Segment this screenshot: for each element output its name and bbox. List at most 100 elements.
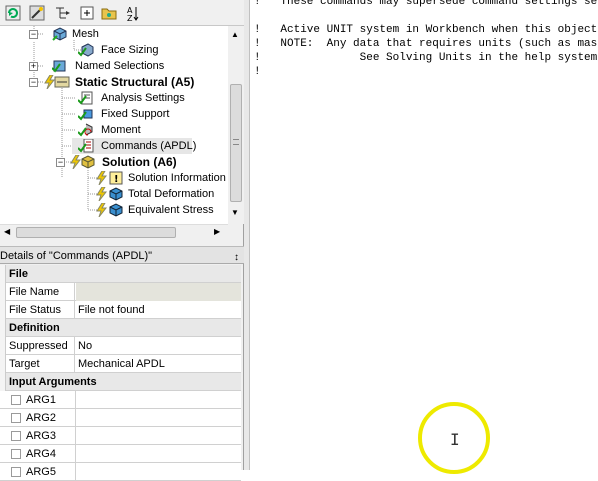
collapse-gutter[interactable]	[0, 373, 6, 391]
scroll-left-icon[interactable]: ◀	[4, 227, 10, 236]
expand-all-icon[interactable]	[78, 4, 96, 22]
tree-item-moment[interactable]: Moment	[0, 122, 228, 138]
collapse-icon[interactable]: −	[29, 30, 38, 39]
editor-line: ! NOTE: Any data that requires units (su…	[254, 38, 598, 50]
arg-checkbox[interactable]	[11, 449, 21, 459]
details-grid: File File Name File Status File not foun…	[0, 265, 241, 481]
wizard-icon[interactable]	[28, 4, 46, 22]
arg-label: ARG4	[26, 448, 56, 460]
tree-item-analysis-settings[interactable]: Analysis Settings	[0, 90, 228, 106]
tree-vertical-scrollbar[interactable]: ▲ ▼	[228, 26, 244, 224]
tree-item-label: Moment	[101, 124, 141, 136]
row-label: File Status	[9, 301, 75, 319]
sort-az-icon[interactable]: AZ	[124, 4, 142, 22]
tree-item-static-structural[interactable]: − Static Structural (A5)	[0, 74, 228, 90]
arg-label: ARG5	[26, 466, 56, 478]
tree-item-commands-apdl[interactable]: Commands (APDL)	[72, 138, 196, 154]
arg-label: ARG3	[26, 430, 56, 442]
suppressed-value[interactable]: No	[78, 337, 92, 355]
tree-filter-icon[interactable]	[54, 4, 72, 22]
row-arg2[interactable]: ARG2	[0, 409, 241, 427]
scroll-thumb[interactable]	[230, 84, 242, 202]
tree-item-equivalent-stress[interactable]: Equivalent Stress	[0, 202, 228, 218]
analysis-settings-icon	[78, 91, 93, 105]
scroll-right-icon[interactable]: ▶	[214, 227, 220, 236]
named-selections-icon	[52, 60, 66, 73]
svg-text:!: !	[114, 174, 119, 185]
tree-item-label: Solution Information	[128, 172, 226, 184]
moment-icon	[78, 123, 93, 137]
refresh-icon[interactable]	[4, 4, 22, 22]
text-cursor-icon: I	[450, 430, 460, 449]
row-label: File Name	[9, 283, 75, 301]
hscroll-thumb[interactable]	[16, 227, 176, 238]
arg-checkbox[interactable]	[11, 395, 21, 405]
tree-item-face-sizing[interactable]: Face Sizing	[0, 42, 228, 58]
left-panel: AZ − Mesh Face Sizing + Named Selections…	[0, 0, 244, 481]
row-target[interactable]: Target Mechanical APDL	[0, 355, 241, 373]
arg-checkbox[interactable]	[11, 467, 21, 477]
tree-item-fixed-support[interactable]: Fixed Support	[0, 106, 228, 122]
row-suppressed[interactable]: Suppressed No	[0, 337, 241, 355]
face-sizing-icon	[78, 43, 94, 57]
arg-checkbox[interactable]	[11, 431, 21, 441]
scroll-down-icon[interactable]: ▼	[231, 208, 239, 217]
svg-text:Z: Z	[127, 14, 133, 22]
section-input-arguments[interactable]: Input Arguments	[0, 373, 241, 391]
scroll-up-icon[interactable]: ▲	[231, 30, 239, 39]
pane-splitter[interactable]	[244, 0, 250, 470]
collapse-icon[interactable]: −	[29, 78, 38, 87]
tree-item-label: Total Deformation	[128, 188, 215, 200]
tree-item-label: Commands (APDL)	[101, 140, 197, 152]
collapse-gutter[interactable]	[0, 265, 6, 283]
section-file[interactable]: File	[0, 265, 241, 283]
commands-apdl-icon	[78, 139, 94, 153]
row-arg3[interactable]: ARG3	[0, 427, 241, 445]
arg-label: ARG1	[26, 394, 56, 406]
solution-info-icon: !	[109, 171, 123, 185]
static-structural-icon	[54, 76, 70, 88]
tree-item-label: Static Structural (A5)	[75, 75, 195, 89]
row-arg5[interactable]: ARG5	[0, 463, 241, 481]
total-deformation-icon	[109, 187, 123, 201]
row-file-status[interactable]: File Status File not found	[0, 301, 241, 319]
editor-line: ! These commands may supersede command s…	[254, 0, 598, 8]
row-label: Suppressed	[9, 337, 75, 355]
tree-item-total-deformation[interactable]: Total Deformation	[0, 186, 228, 202]
tree-item-label: Mesh	[72, 28, 99, 40]
equivalent-stress-icon	[109, 203, 123, 217]
mesh-icon	[52, 27, 67, 41]
arg-checkbox[interactable]	[11, 413, 21, 423]
section-definition[interactable]: Definition	[0, 319, 241, 337]
tree-item-label: Named Selections	[75, 60, 165, 72]
expand-icon[interactable]: +	[29, 62, 38, 71]
tree-item-label: Analysis Settings	[101, 92, 185, 104]
row-label: Target	[9, 355, 75, 373]
target-value[interactable]: Mechanical APDL	[78, 355, 165, 373]
tree-item-label: Face Sizing	[101, 44, 159, 56]
row-file-name[interactable]: File Name	[0, 283, 241, 301]
tree-item-label: Equivalent Stress	[128, 204, 214, 216]
outline-tree: − Mesh Face Sizing + Named Selections − …	[0, 26, 228, 224]
fixed-support-icon	[78, 109, 93, 121]
folder-icon[interactable]	[100, 4, 118, 22]
editor-line: ! See Solving Units in the help system f…	[254, 52, 598, 64]
details-panel-title: Details of "Commands (APDL)" ↕	[0, 246, 244, 264]
editor-line: !	[254, 66, 261, 78]
tree-horizontal-scrollbar[interactable]: ◀ ▶	[0, 224, 228, 240]
tree-item-mesh[interactable]: − Mesh	[0, 26, 228, 42]
tree-item-solution-information[interactable]: ! Solution Information	[0, 170, 228, 186]
section-label: Input Arguments	[9, 376, 97, 388]
row-arg4[interactable]: ARG4	[0, 445, 241, 463]
row-arg1[interactable]: ARG1	[0, 391, 241, 409]
section-label: Definition	[9, 322, 60, 334]
tree-item-solution[interactable]: − Solution (A6)	[0, 154, 228, 170]
command-editor[interactable]: ! These commands may supersede command s…	[251, 0, 598, 470]
tree-item-named-selections[interactable]: + Named Selections	[0, 58, 228, 74]
editor-line: ! Active UNIT system in Workbench when t…	[254, 24, 598, 36]
file-status-value: File not found	[78, 304, 145, 316]
collapse-icon[interactable]: −	[56, 158, 65, 167]
details-title-text: Details of "Commands (APDL)"	[0, 250, 153, 262]
outline-toolbar: AZ	[0, 0, 244, 26]
collapse-gutter[interactable]	[0, 319, 6, 337]
